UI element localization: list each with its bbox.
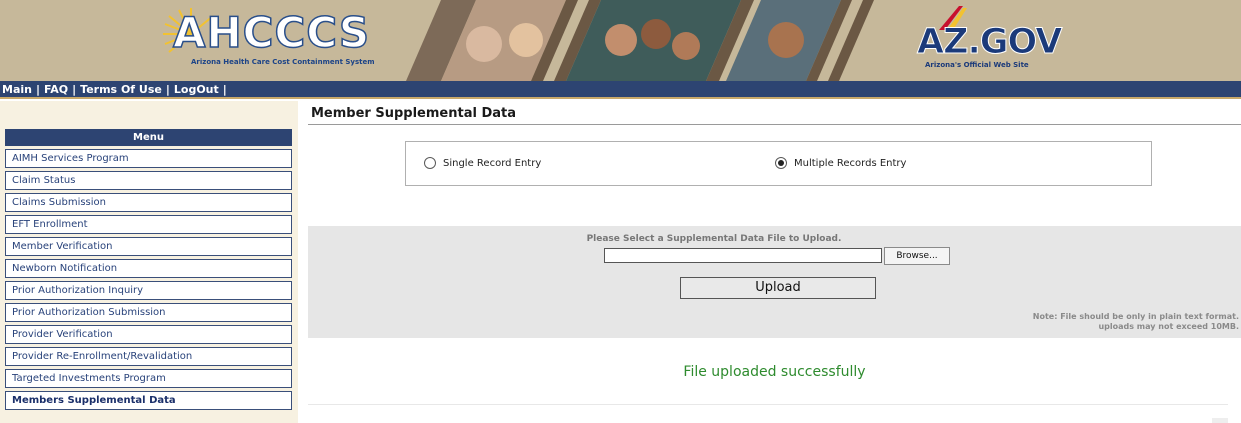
upload-panel: Please Select a Supplemental Data File t… (308, 226, 1241, 338)
single-record-option[interactable]: Single Record Entry (424, 157, 541, 169)
sidebar: Menu AIMH Services Program Claim Status … (0, 101, 298, 423)
azgov-subtitle: Arizona's Official Web Site (925, 61, 1029, 69)
nav-main-link[interactable]: Main (2, 83, 32, 96)
entry-mode-group: Single Record Entry Multiple Records Ent… (405, 141, 1152, 186)
menu-item-eft-enrollment[interactable]: EFT Enrollment (5, 215, 292, 234)
nav-terms-link[interactable]: Terms Of Use (80, 83, 162, 96)
scrollbar-stub (1212, 418, 1228, 423)
single-record-radio[interactable] (424, 157, 436, 169)
browse-button[interactable]: Browse... (884, 247, 950, 265)
menu-heading: Menu (5, 129, 292, 146)
menu-item-prior-auth-submission[interactable]: Prior Authorization Submission (5, 303, 292, 322)
menu-item-aimh-services[interactable]: AIMH Services Program (5, 149, 292, 168)
upload-note: Note: File should be only in plain text … (1033, 312, 1239, 332)
bottom-divider (308, 404, 1228, 405)
nav-logout-link[interactable]: LogOut (174, 83, 219, 96)
upload-note-line2: uploads may not exceed 10MB. (1098, 322, 1239, 331)
banner-photo-collage (406, 0, 874, 81)
nav-faq-link[interactable]: FAQ (44, 83, 68, 96)
nav-separator: | (35, 83, 41, 96)
multiple-records-label: Multiple Records Entry (794, 157, 907, 169)
upload-button[interactable]: Upload (680, 277, 876, 299)
multiple-records-option[interactable]: Multiple Records Entry (775, 157, 906, 169)
azgov-logo[interactable]: AZ.GOV Arizona's Official Web Site (916, 6, 1077, 76)
menu-list: AIMH Services Program Claim Status Claim… (5, 149, 292, 413)
menu-item-members-supplemental-data[interactable]: Members Supplemental Data (5, 391, 292, 410)
azgov-text: AZ.GOV (916, 22, 1062, 63)
site-banner: AHCCCS Arizona Health Care Cost Containm… (0, 0, 1241, 81)
upload-note-line1: Note: File should be only in plain text … (1032, 312, 1239, 321)
nav-separator: | (72, 83, 77, 96)
logo-subtitle: Arizona Health Care Cost Containment Sys… (191, 58, 375, 66)
menu-item-claim-status[interactable]: Claim Status (5, 171, 292, 190)
status-message: File uploaded successfully (683, 364, 866, 380)
nav-separator: | (222, 83, 227, 96)
menu-item-prior-auth-inquiry[interactable]: Prior Authorization Inquiry (5, 281, 292, 300)
upload-prompt: Please Select a Supplemental Data File t… (586, 234, 842, 244)
logo-text: AHCCCS (172, 7, 371, 58)
menu-item-member-verification[interactable]: Member Verification (5, 237, 292, 256)
file-path-field[interactable] (604, 248, 882, 263)
menu-item-provider-reenrollment[interactable]: Provider Re-Enrollment/Revalidation (5, 347, 292, 366)
menu-item-claims-submission[interactable]: Claims Submission (5, 193, 292, 212)
menu-item-targeted-investments[interactable]: Targeted Investments Program (5, 369, 292, 388)
multiple-records-radio[interactable] (775, 157, 787, 169)
title-divider (308, 124, 1241, 125)
menu-item-newborn-notification[interactable]: Newborn Notification (5, 259, 292, 278)
nav-separator: | (165, 83, 170, 96)
ahcccs-logo[interactable]: AHCCCS Arizona Health Care Cost Containm… (163, 7, 375, 74)
top-navigation: Main | FAQ | Terms Of Use | LogOut | (0, 81, 1241, 99)
page-title: Member Supplemental Data (311, 106, 516, 121)
menu-item-provider-verification[interactable]: Provider Verification (5, 325, 292, 344)
single-record-label: Single Record Entry (443, 157, 542, 169)
